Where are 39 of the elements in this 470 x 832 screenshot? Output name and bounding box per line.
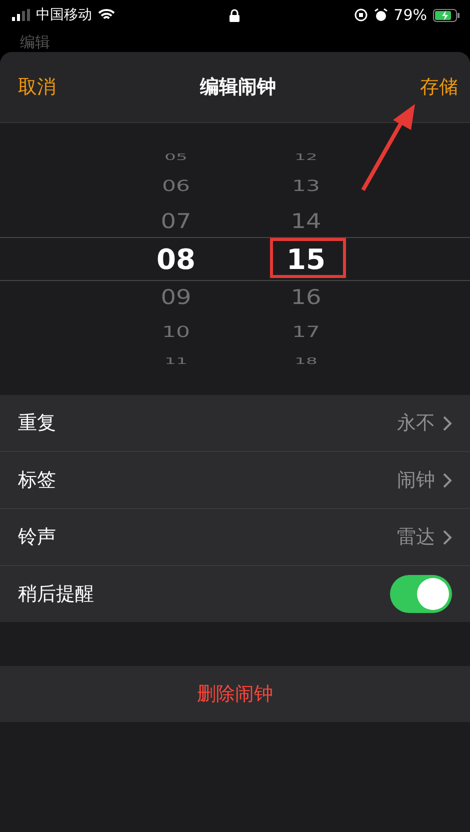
save-button[interactable]: 存储 [420,74,458,100]
picker-number[interactable]: 07 [160,206,192,236]
sheet-title: 编辑闹钟 [200,75,276,100]
picker-number[interactable]: 18 [294,355,318,367]
setting-label: 稍后提醒 [18,582,94,607]
picker-number[interactable]: 06 [162,174,190,198]
battery-charging-icon [433,8,460,22]
lock-icon [228,8,240,22]
battery-percent: 79% [394,6,427,24]
time-picker[interactable]: 05 06 07 08 09 10 11 12 13 14 15 16 17 18 [0,123,470,373]
setting-label: 标签 [18,468,56,493]
picker-number[interactable]: 08 [156,239,196,279]
picker-number[interactable]: 15 [286,239,326,279]
cancel-button[interactable]: 取消 [18,74,56,100]
picker-number[interactable]: 13 [292,174,320,198]
setting-label: 重复 [18,411,56,436]
picker-number[interactable]: 11 [164,355,188,367]
setting-label: 铃声 [18,525,56,550]
picker-number[interactable]: 09 [160,282,192,312]
background-title: 编辑 [20,33,50,52]
picker-number[interactable]: 14 [290,206,322,236]
toggle-switch[interactable] [390,575,452,613]
chevron-icon [443,472,452,488]
setting-value[interactable]: 永不 [397,410,435,436]
alarm-icon [374,8,388,22]
wifi-icon [98,9,115,21]
picker-number[interactable]: 10 [162,320,190,344]
chevron-icon [443,416,452,430]
picker-number[interactable]: 12 [294,151,318,163]
setting-value[interactable]: 闹钟 [397,467,435,493]
picker-number[interactable]: 17 [292,320,320,344]
picker-number[interactable]: 16 [290,282,322,312]
signal-icon [12,9,30,21]
setting-value[interactable]: 雷达 [397,524,435,550]
rotation-lock-icon [354,8,368,22]
delete-alarm-button[interactable]: 删除闹钟 [0,666,470,722]
picker-number[interactable]: 05 [164,151,188,163]
chevron-icon [443,530,452,544]
carrier-name: 中国移动 [36,6,92,24]
